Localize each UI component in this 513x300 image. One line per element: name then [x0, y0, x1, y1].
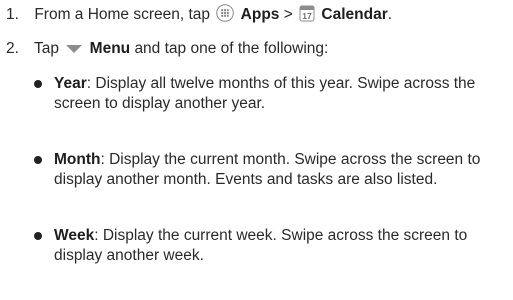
option-month: Month: Display the current month. Swipe …	[34, 150, 509, 189]
step-1: 1. From a Home screen, tap Apps > 17 Cal…	[6, 4, 392, 27]
step-suffix: .	[387, 6, 393, 23]
step-text: From a Home screen, tap	[34, 6, 211, 23]
step-number: 1.	[6, 6, 19, 23]
option-term: Year	[54, 75, 87, 92]
bullet-icon	[34, 80, 42, 88]
apps-grid-icon	[216, 4, 235, 27]
step-suffix: and tap one of the following:	[134, 40, 329, 57]
bullet-icon	[34, 156, 42, 164]
separator: >	[283, 6, 293, 23]
option-week: Week: Display the current week. Swipe ac…	[34, 226, 509, 265]
option-text: : Display all twelve months of this year…	[54, 75, 476, 112]
calendar-label: Calendar	[321, 6, 388, 23]
menu-triangle-icon	[65, 42, 83, 61]
option-text: : Display the current month. Swipe acros…	[54, 151, 481, 188]
calendar-icon-day: 17	[302, 11, 312, 21]
step-number: 2.	[6, 40, 19, 57]
calendar-17-icon: 17	[299, 4, 315, 27]
option-text: : Display the current week. Swipe across…	[54, 227, 468, 264]
apps-label: Apps	[240, 6, 280, 23]
step-2: 2. Tap Menu and tap one of the following…	[6, 39, 328, 61]
option-year: Year: Display all twelve months of this …	[34, 74, 509, 113]
bullet-icon	[34, 232, 42, 240]
option-term: Week	[54, 227, 95, 244]
option-term: Month	[54, 151, 101, 168]
menu-label: Menu	[89, 40, 131, 57]
step-text: Tap	[34, 40, 60, 57]
